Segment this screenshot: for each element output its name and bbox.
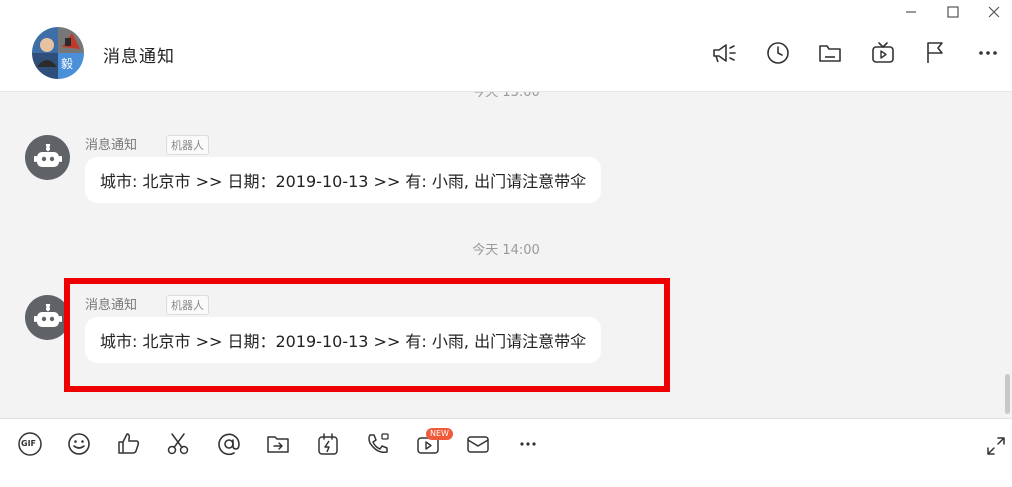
expand-input-button[interactable] xyxy=(983,433,1009,459)
mention-button[interactable] xyxy=(216,431,242,457)
maximize-icon xyxy=(947,6,959,18)
call-button[interactable] xyxy=(365,431,391,457)
emoji-icon xyxy=(68,433,90,455)
at-icon xyxy=(218,433,240,456)
robot-icon xyxy=(33,303,62,327)
expand-icon xyxy=(987,437,1005,455)
message-list[interactable]: 今天 13:00 消息通知 机器人 城市: 北京市 >> 日期：2019-10-… xyxy=(0,92,1012,418)
announcement-icon xyxy=(713,44,736,63)
group-avatar[interactable]: 毅 xyxy=(32,27,84,79)
robot-badge: 机器人 xyxy=(166,135,209,155)
robot-icon xyxy=(33,143,62,167)
highlight-box xyxy=(64,278,670,392)
bot-avatar[interactable] xyxy=(25,135,70,180)
more-tools-button[interactable] xyxy=(515,431,541,457)
share-file-button[interactable] xyxy=(265,431,291,457)
folder-icon xyxy=(819,45,841,62)
flag-button[interactable] xyxy=(921,39,949,67)
scissors-icon xyxy=(167,433,189,455)
message-bubble[interactable]: 城市: 北京市 >> 日期：2019-10-13 >> 有: 小雨, 出门请注意… xyxy=(85,157,602,203)
input-toolbar: GIF NEW xyxy=(0,418,1012,487)
sender-name: 消息通知 xyxy=(85,138,138,153)
thumbs-up-icon xyxy=(118,433,140,454)
emoji-button[interactable] xyxy=(66,431,92,457)
minimize-icon xyxy=(906,11,916,13)
phone-icon xyxy=(368,433,389,454)
avatar-character: 毅 xyxy=(61,57,74,71)
more-options-button[interactable] xyxy=(974,39,1002,67)
gif-button[interactable]: GIF xyxy=(17,431,43,457)
timestamp-partial: 今天 13:00 xyxy=(472,92,540,100)
more-icon xyxy=(979,51,997,55)
announcement-button[interactable] xyxy=(710,39,738,67)
screenshot-button[interactable] xyxy=(165,431,191,457)
video-button[interactable] xyxy=(869,39,897,67)
folder-button[interactable] xyxy=(816,39,844,67)
flag-icon xyxy=(927,42,943,63)
history-button[interactable] xyxy=(764,39,792,67)
chat-title: 消息通知 xyxy=(103,47,175,67)
share-icon xyxy=(267,436,289,453)
scrollbar[interactable] xyxy=(1005,374,1010,414)
minimize-button[interactable] xyxy=(900,2,922,22)
mail-icon xyxy=(467,436,489,453)
lightning-icon xyxy=(318,433,338,455)
mail-button[interactable] xyxy=(465,431,491,457)
video-icon xyxy=(872,42,894,63)
history-icon xyxy=(767,42,789,64)
quick-action-button[interactable] xyxy=(315,431,341,457)
chat-header: 毅 消息通知 xyxy=(0,0,1012,92)
like-button[interactable] xyxy=(116,431,142,457)
more-icon xyxy=(520,442,536,446)
close-icon xyxy=(988,6,1000,18)
timestamp: 今天 14:00 xyxy=(472,243,540,258)
close-button[interactable] xyxy=(983,2,1005,22)
gif-label: GIF xyxy=(21,439,37,448)
new-badge: NEW xyxy=(426,428,453,440)
maximize-button[interactable] xyxy=(942,2,964,22)
